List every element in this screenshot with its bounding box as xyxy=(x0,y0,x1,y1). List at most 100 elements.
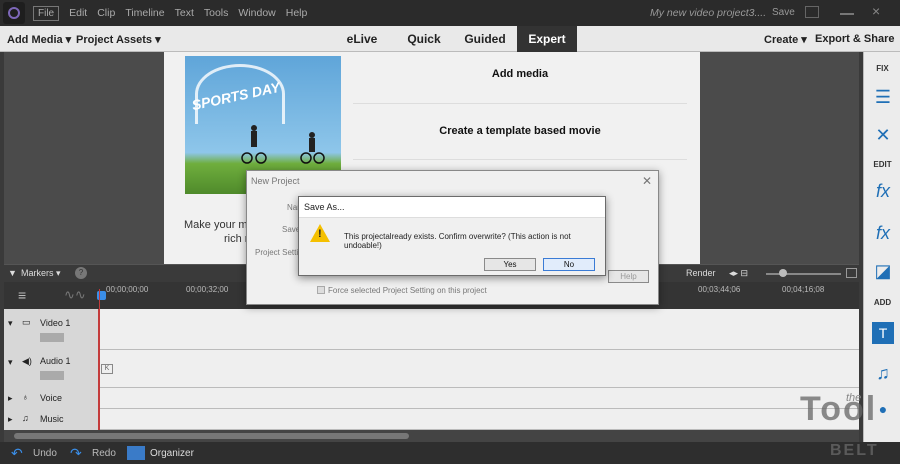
zoom-fit-icon[interactable] xyxy=(846,268,857,278)
add-media-option[interactable]: Add media xyxy=(353,68,687,80)
menu-timeline[interactable]: Timeline xyxy=(125,7,164,19)
app-window: File Edit Clip Timeline Text Tools Windo… xyxy=(0,0,900,464)
tab-quick[interactable]: Quick xyxy=(396,26,452,52)
render-button[interactable]: Render xyxy=(686,268,716,278)
track-label: Voice xyxy=(40,393,63,403)
project-assets-button[interactable]: Project Assets ▾ xyxy=(76,33,161,46)
dialog-title: Save As... xyxy=(299,197,605,218)
export-share-button[interactable]: Export & Share xyxy=(815,33,894,45)
close-icon[interactable]: × xyxy=(872,3,886,19)
confirm-message: This projectalready exists. Confirm over… xyxy=(344,232,571,250)
main-toolbar: Add Media ▾ Project Assets ▾ eLive Quick… xyxy=(0,26,900,52)
expand-icon[interactable]: ▸ xyxy=(8,414,13,425)
watermark-line2: BELT xyxy=(830,442,879,459)
microphone-icon: ♁ xyxy=(22,392,29,402)
add-media-button[interactable]: Add Media ▾ xyxy=(7,33,71,46)
warning-icon: ! xyxy=(310,224,330,242)
track-video-1[interactable] xyxy=(4,309,859,350)
welcome-text: Make your mo xyxy=(184,219,254,231)
fix-label: FIX xyxy=(876,64,889,73)
force-setting-checkbox[interactable] xyxy=(317,286,325,294)
track-header-audio-1[interactable]: ▾ ◀) Audio 1 xyxy=(4,350,100,388)
force-setting-label: Force selected Project Setting on this p… xyxy=(328,286,487,295)
help-button[interactable]: Help xyxy=(608,270,649,283)
save-button[interactable]: Save xyxy=(772,7,795,18)
tab-expert[interactable]: Expert xyxy=(517,26,577,52)
expand-icon[interactable]: ▾ xyxy=(8,318,13,329)
menu-clip[interactable]: Clip xyxy=(97,7,115,19)
time-label: 00;03;44;06 xyxy=(698,285,741,294)
audio-waveform-icon[interactable]: ∿∿ xyxy=(64,287,86,303)
welcome-text-2: rich r xyxy=(224,233,249,245)
minimize-icon[interactable] xyxy=(840,13,854,15)
video-track-icon: ▭ xyxy=(22,317,31,327)
markers-button[interactable]: Markers ▾ xyxy=(21,268,61,279)
save-as-dialog: Save As... ! This projectalready exists.… xyxy=(298,196,606,276)
menu-tools[interactable]: Tools xyxy=(204,7,229,19)
maximize-icon[interactable] xyxy=(805,6,819,18)
organizer-button[interactable]: Organizer xyxy=(150,448,194,459)
watermark-line1: Tool xyxy=(800,390,878,428)
track-label: Music xyxy=(40,414,64,424)
track-settings-icon[interactable]: ≡ xyxy=(18,287,26,303)
tab-elive[interactable]: eLive xyxy=(334,26,390,52)
time-label: 00;00;00;00 xyxy=(106,285,149,294)
timeline-scrollbar[interactable] xyxy=(4,430,859,442)
adjustments-icon[interactable]: ☰ xyxy=(872,86,894,108)
playhead-line[interactable] xyxy=(99,289,100,430)
effects-icon[interactable]: fx xyxy=(872,222,894,244)
music-icon[interactable]: ♫ xyxy=(872,362,894,384)
track-header-video-1[interactable]: ▾ ▭ Video 1 xyxy=(4,309,100,350)
no-button[interactable]: No xyxy=(543,258,595,271)
time-label: 00;00;32;00 xyxy=(186,285,229,294)
menu-window[interactable]: Window xyxy=(238,7,275,19)
undo-button[interactable]: Undo xyxy=(33,448,57,459)
menu-file[interactable]: File xyxy=(33,5,60,21)
bottom-bar: ↶ Undo ↷ Redo Organizer xyxy=(0,442,900,464)
track-controls[interactable] xyxy=(40,371,64,380)
create-button[interactable]: Create ▾ xyxy=(764,33,807,46)
track-voice[interactable] xyxy=(4,388,859,409)
menu-text[interactable]: Text xyxy=(175,7,194,19)
edit-label: EDIT xyxy=(873,160,892,169)
track-header-voice[interactable]: ▸ ♁ Voice xyxy=(4,388,100,409)
dialog-title: New Project xyxy=(251,176,300,186)
track-label: Video 1 xyxy=(40,318,71,328)
close-icon[interactable]: ✕ xyxy=(642,174,652,188)
transitions-icon[interactable]: ◪ xyxy=(872,260,894,282)
menu-help[interactable]: Help xyxy=(286,7,308,19)
expand-icon[interactable]: ▸ xyxy=(8,393,13,404)
track-label: Audio 1 xyxy=(40,356,71,366)
yes-button[interactable]: Yes xyxy=(484,258,536,271)
add-label: ADD xyxy=(873,298,892,307)
track-audio-1[interactable]: K xyxy=(4,350,859,388)
redo-icon[interactable]: ↷ xyxy=(70,445,82,462)
applied-effects-icon[interactable]: fx xyxy=(872,180,894,202)
zoom-controls-icon[interactable]: ◂▸ ⊟ xyxy=(729,268,748,279)
track-header-music[interactable]: ▸ ♫ Music xyxy=(4,409,100,430)
collapse-icon[interactable]: ▼ xyxy=(8,268,17,278)
divider xyxy=(353,103,687,104)
divider xyxy=(353,159,687,160)
redo-button[interactable]: Redo xyxy=(92,448,116,459)
zoom-slider-handle[interactable] xyxy=(779,269,787,277)
right-panel: FIX ☰ ✕ EDIT fx fx ◪ ADD T ♫ ● xyxy=(863,52,900,442)
track-music[interactable] xyxy=(4,409,859,430)
app-logo-icon xyxy=(3,2,25,24)
tools-icon[interactable]: ✕ xyxy=(872,124,894,146)
titles-icon[interactable]: T xyxy=(872,322,894,344)
zoom-slider[interactable] xyxy=(766,273,841,275)
undo-icon[interactable]: ↶ xyxy=(11,445,23,462)
track-controls[interactable] xyxy=(40,333,64,342)
clip-marker-icon[interactable]: K xyxy=(101,364,113,374)
tab-guided[interactable]: Guided xyxy=(456,26,514,52)
menu-edit[interactable]: Edit xyxy=(69,7,87,19)
music-note-icon: ♫ xyxy=(22,413,29,423)
project-name: My new video project3.... xyxy=(650,7,767,19)
menu-bar: File Edit Clip Timeline Text Tools Windo… xyxy=(0,0,900,26)
expand-icon[interactable]: ▾ xyxy=(8,357,13,368)
organizer-icon[interactable] xyxy=(127,446,145,460)
help-icon[interactable]: ? xyxy=(75,267,87,279)
template-movie-option[interactable]: Create a template based movie xyxy=(353,125,687,137)
scrollbar-thumb[interactable] xyxy=(14,433,409,439)
